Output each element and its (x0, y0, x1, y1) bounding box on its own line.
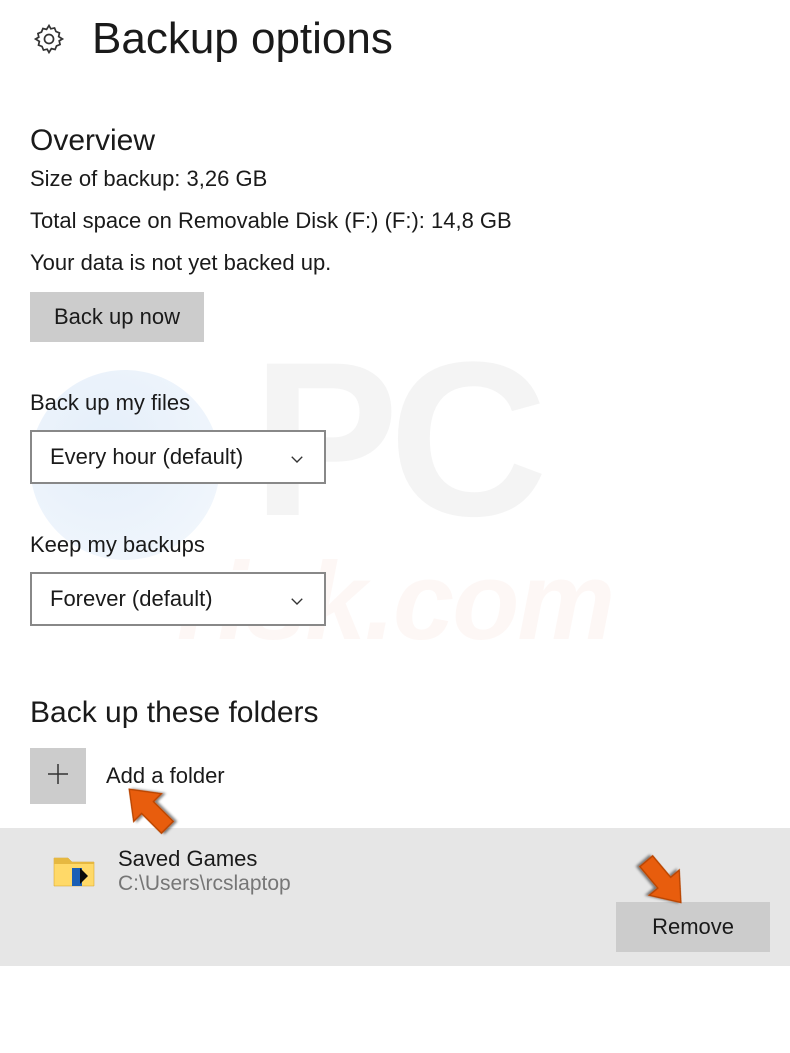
overview-heading: Overview (30, 124, 790, 158)
gear-icon (30, 20, 68, 58)
backup-now-button[interactable]: Back up now (30, 292, 204, 342)
chevron-down-icon (288, 590, 306, 608)
frequency-selected: Every hour (default) (50, 444, 243, 470)
add-folder-row[interactable]: Add a folder (30, 748, 790, 804)
remove-button[interactable]: Remove (616, 902, 770, 952)
add-folder-label: Add a folder (106, 763, 225, 789)
frequency-label: Back up my files (30, 390, 790, 416)
plus-icon (43, 759, 73, 794)
retention-label: Keep my backups (30, 532, 790, 558)
folder-icon (50, 846, 98, 894)
page-header: Backup options (0, 14, 790, 64)
add-folder-button[interactable] (30, 748, 86, 804)
chevron-down-icon (288, 448, 306, 466)
retention-selected: Forever (default) (50, 586, 213, 612)
folder-list-item[interactable]: Saved Games C:\Users\rcslaptop Remove (0, 828, 790, 966)
folder-name: Saved Games (118, 846, 291, 872)
page-title: Backup options (92, 14, 393, 64)
folders-heading: Back up these folders (30, 696, 790, 730)
backup-size-text: Size of backup: 3,26 GB (30, 166, 790, 192)
backup-status-text: Your data is not yet backed up. (30, 250, 790, 276)
total-space-text: Total space on Removable Disk (F:) (F:):… (30, 208, 790, 234)
frequency-dropdown[interactable]: Every hour (default) (30, 430, 326, 484)
retention-dropdown[interactable]: Forever (default) (30, 572, 326, 626)
folder-path: C:\Users\rcslaptop (118, 872, 291, 896)
